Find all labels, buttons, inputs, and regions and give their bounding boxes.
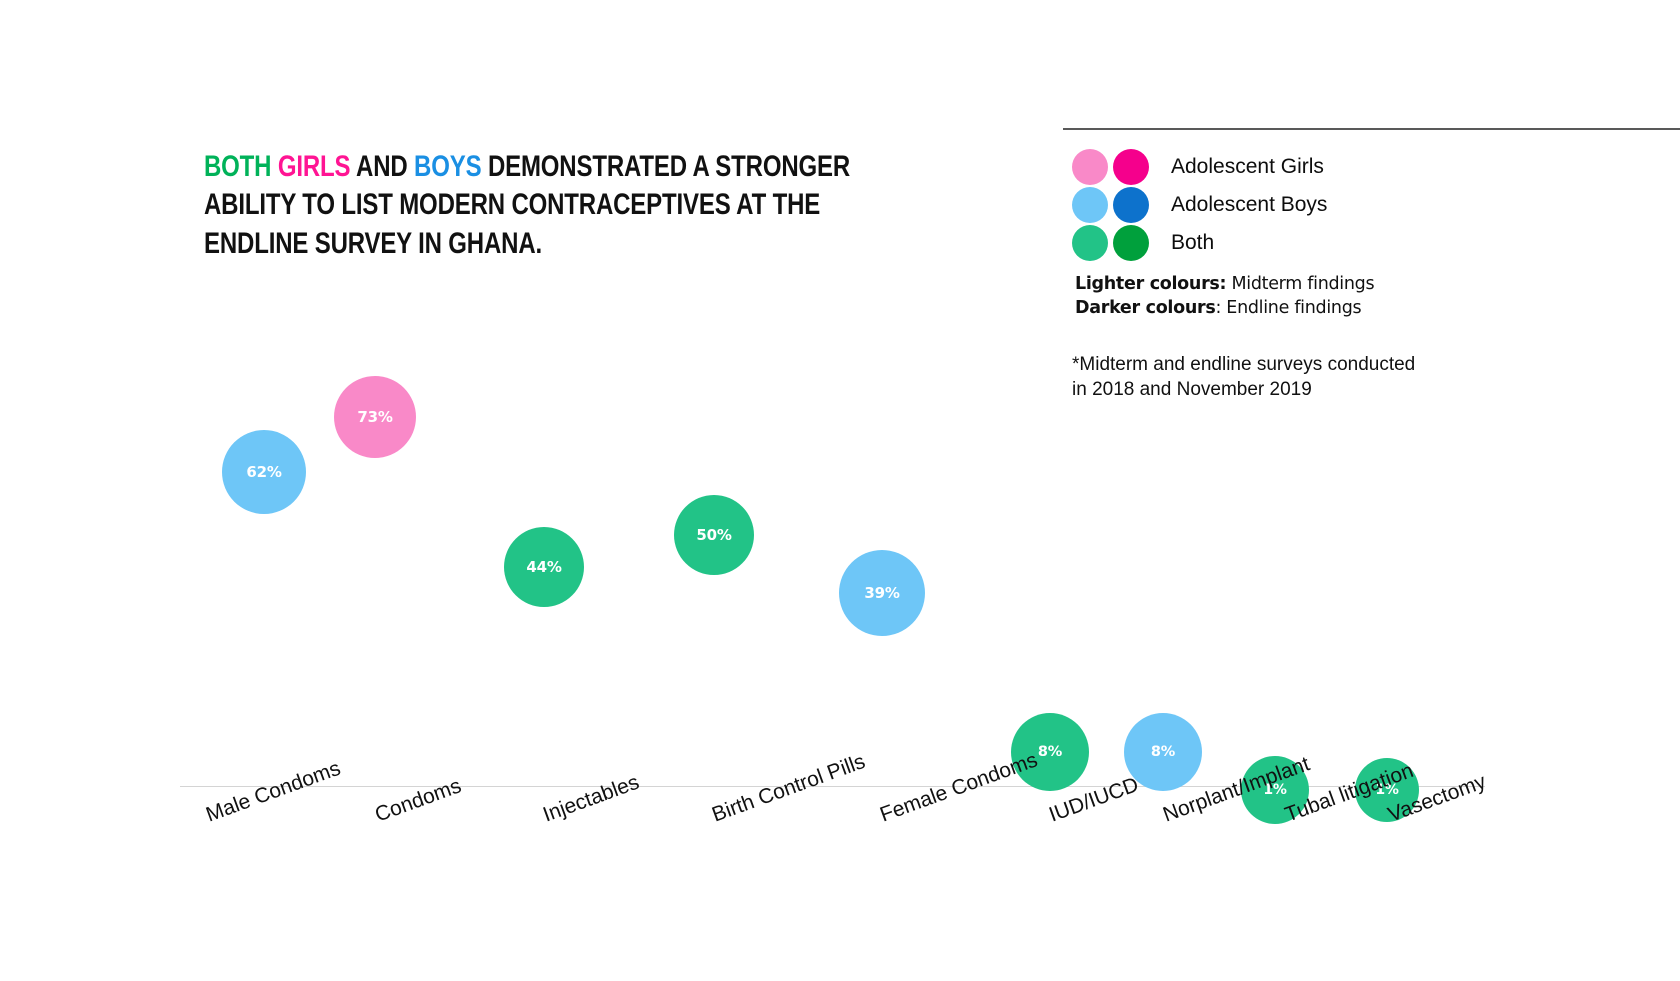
axis-label-injectables: Injectables xyxy=(540,770,643,827)
axis-label-birth-control-pills: Birth Control Pills xyxy=(709,749,869,827)
bubble-birth-control-pills[interactable]: 50% xyxy=(674,495,754,575)
infographic-canvas: BOTH GIRLS AND BOYS DEMONSTRATED A STRON… xyxy=(0,0,1680,981)
bubble-condoms[interactable]: 73% xyxy=(334,376,416,458)
axis-label-condoms: Condoms xyxy=(372,774,465,827)
bubble-value-label: 39% xyxy=(864,584,900,602)
bubble-value-label: 73% xyxy=(357,408,393,426)
axis-label-female-condoms: Female Condoms xyxy=(877,748,1041,827)
bubble-female-condoms[interactable]: 39% xyxy=(839,550,925,636)
bubble-value-label: 8% xyxy=(1037,744,1063,760)
bubble-value-label: 62% xyxy=(246,463,282,481)
bubble-value-label: 50% xyxy=(696,526,732,544)
bubble-value-label: 8% xyxy=(1150,744,1176,760)
bubble-value-label: 44% xyxy=(526,558,562,576)
bubble-injectables[interactable]: 44% xyxy=(504,527,584,607)
bubble-male-condoms[interactable]: 62% xyxy=(222,430,306,514)
bubble-chart-plot: 62% 73% 44% 50% 39% 8% 8% 1% 1% Male Condoms Condo… xyxy=(0,0,1680,981)
axis-label-male-condoms: Male Condoms xyxy=(203,756,344,827)
